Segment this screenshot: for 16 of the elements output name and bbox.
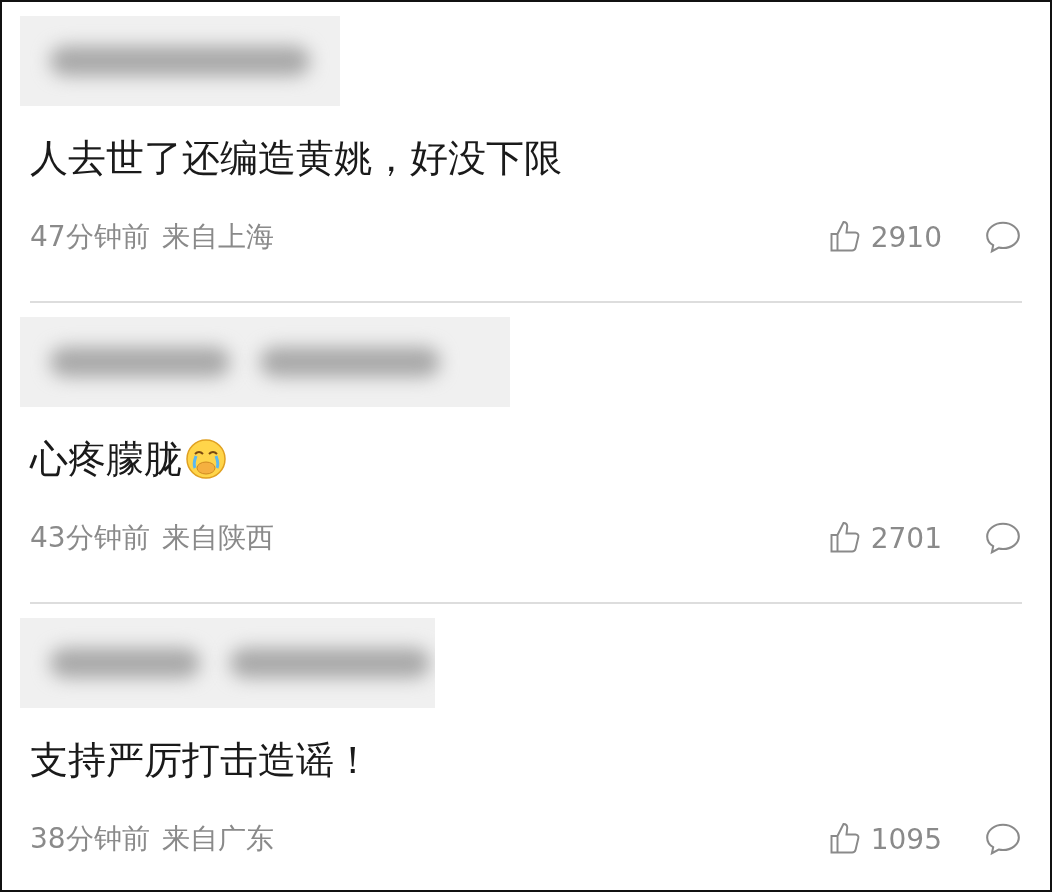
crying-emoji-icon (184, 437, 228, 481)
like-count: 2701 (870, 521, 942, 555)
comment-text: 支持严厉打击造谣！ (30, 736, 372, 784)
comment-time: 43分钟前 (30, 520, 150, 556)
like-count: 2910 (870, 220, 942, 254)
comment-icon[interactable] (984, 821, 1022, 857)
comment-text: 人去世了还编造黄姚，好没下限 (30, 134, 562, 182)
comment-location: 来自上海 (161, 219, 274, 255)
comment-text: 心疼朦胧 (30, 435, 182, 483)
comment-icon[interactable] (984, 219, 1022, 255)
comment-location: 来自广东 (161, 821, 274, 857)
comment-location: 来自陕西 (161, 520, 274, 556)
like-count: 1095 (870, 822, 942, 856)
comment-time: 38分钟前 (30, 821, 150, 857)
comment-time: 47分钟前 (30, 219, 150, 255)
comment-icon[interactable] (984, 520, 1022, 556)
